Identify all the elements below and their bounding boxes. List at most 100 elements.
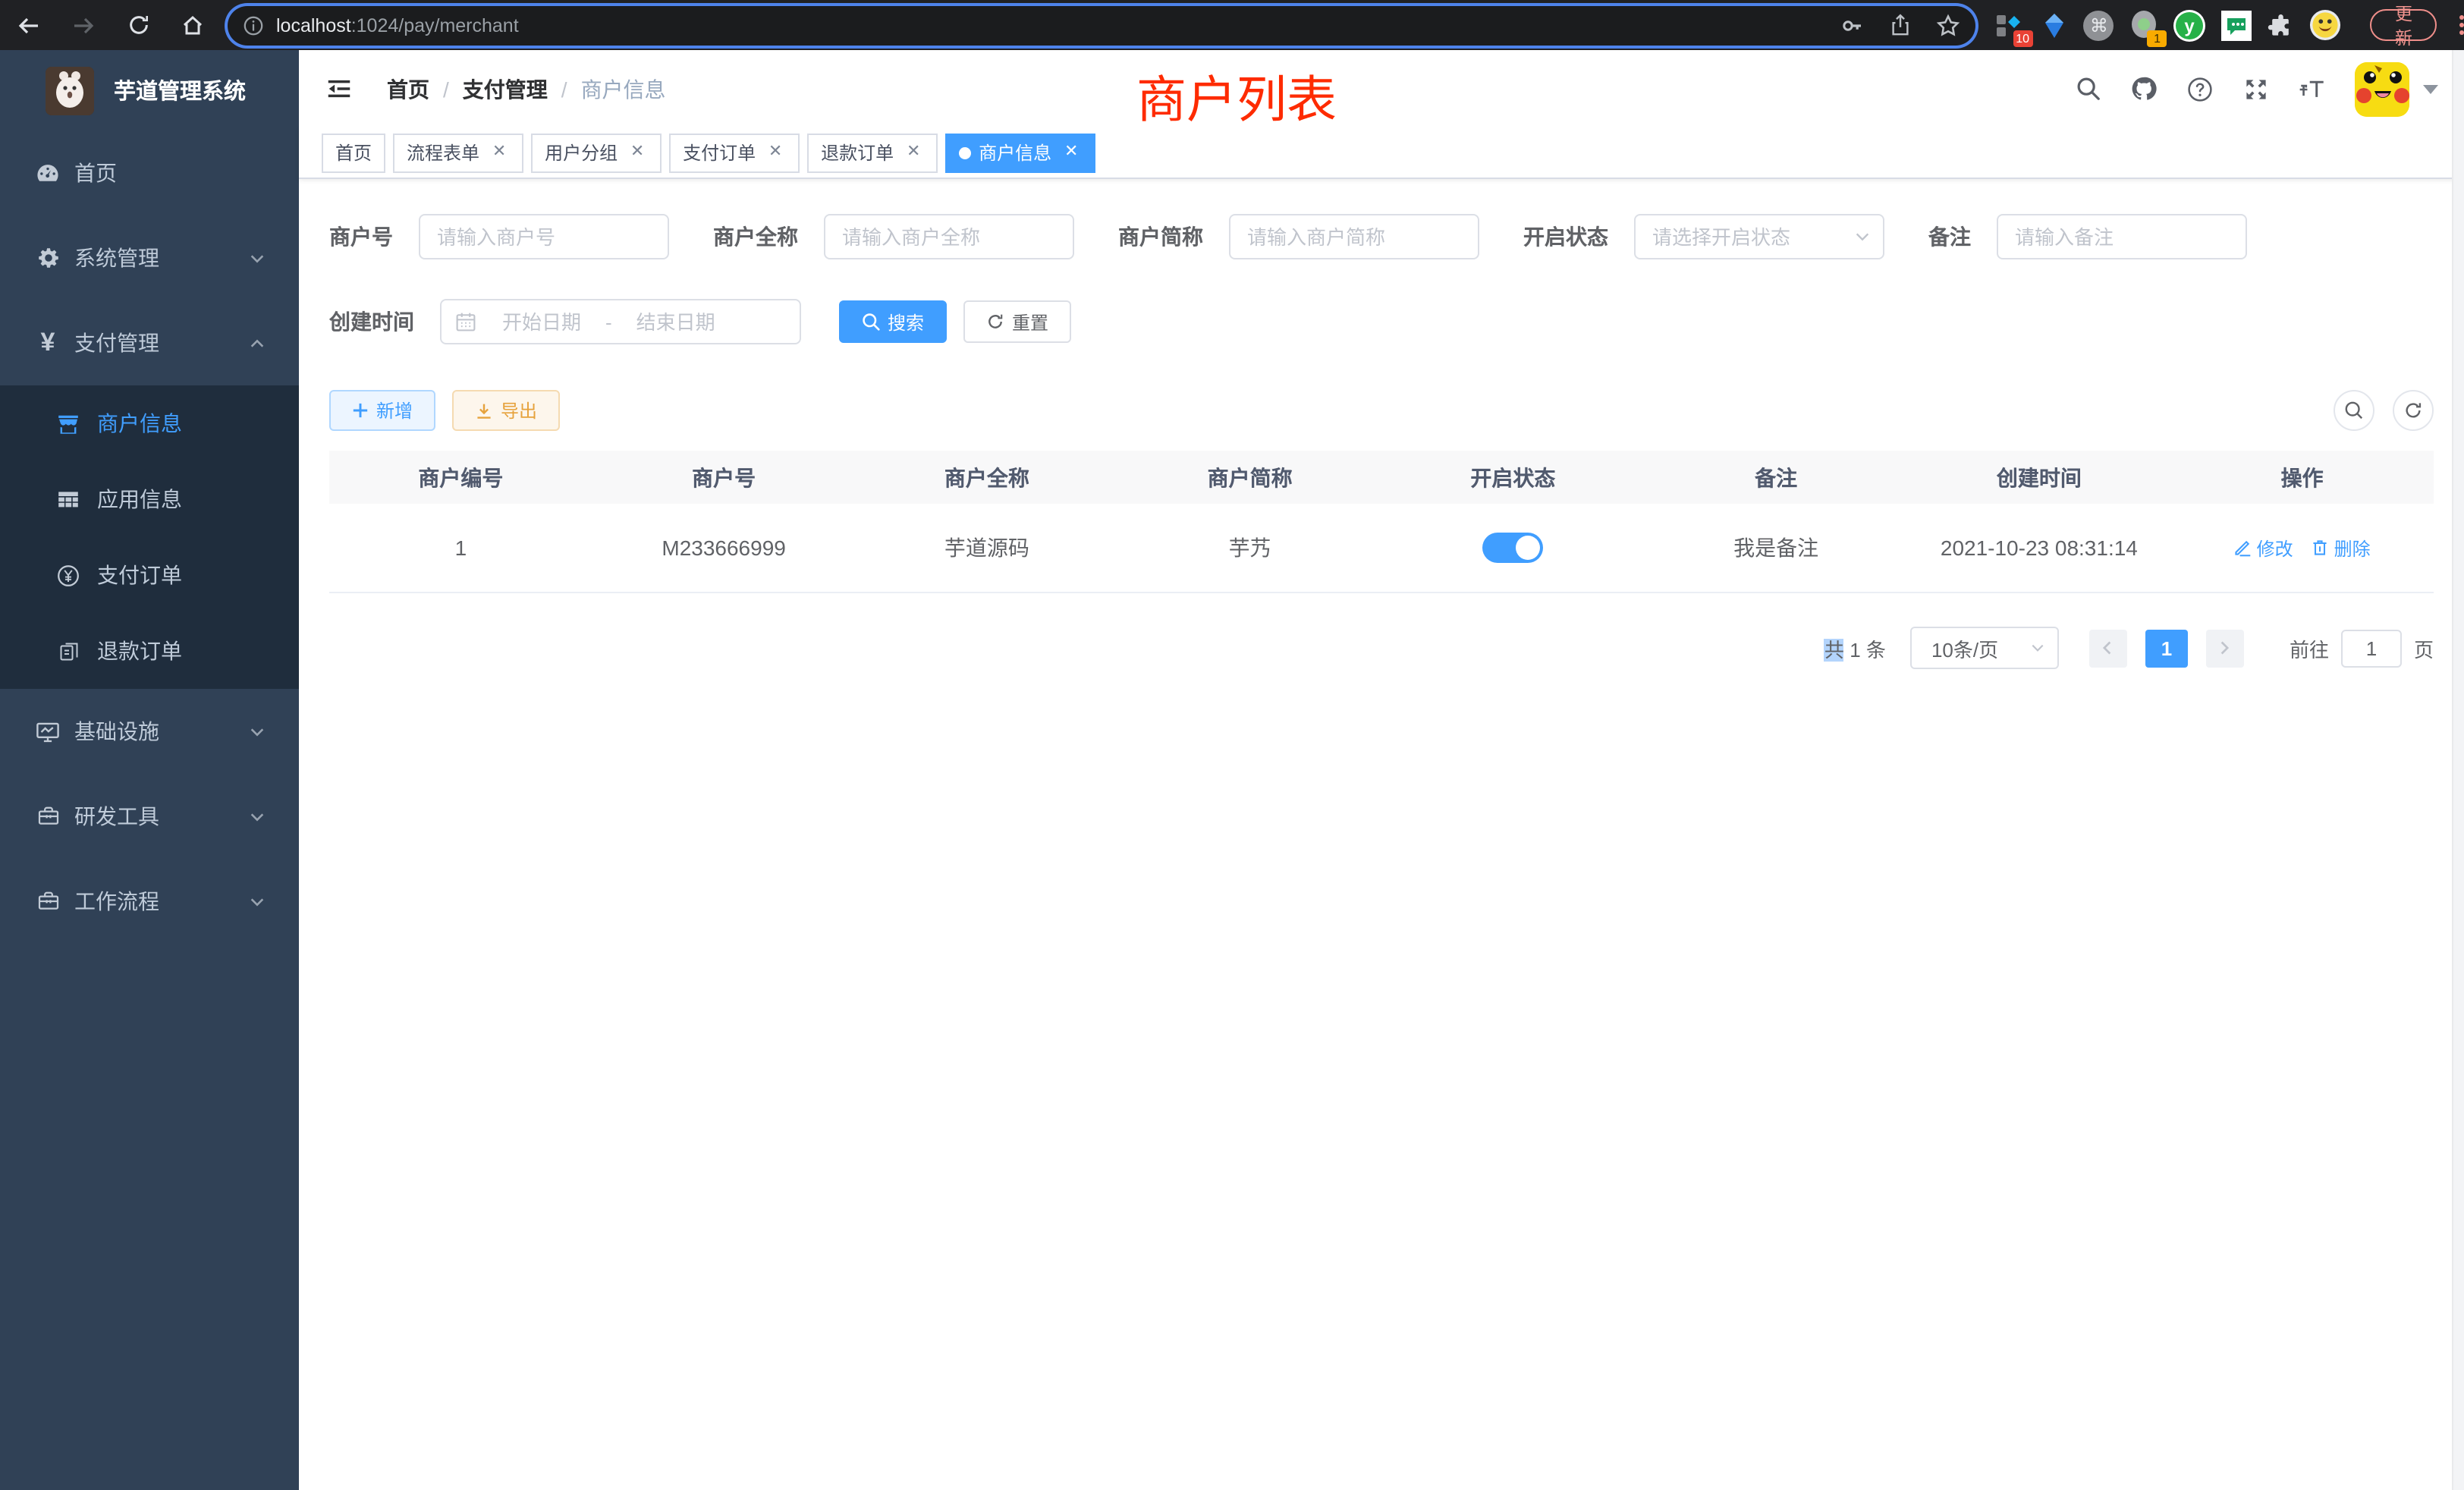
browser-forward-icon[interactable]	[70, 11, 97, 39]
close-icon[interactable]: ✕	[489, 142, 510, 163]
tab-refund-orders[interactable]: 退款订单✕	[807, 133, 938, 172]
sidebar-item-workflow[interactable]: 工作流程	[0, 859, 299, 944]
page-number-current[interactable]: 1	[2145, 629, 2188, 667]
refresh-button[interactable]	[2393, 390, 2434, 431]
breadcrumb-separator: /	[561, 77, 567, 101]
header-search-icon[interactable]	[2074, 75, 2101, 102]
close-icon[interactable]: ✕	[765, 142, 786, 163]
table-row: 1 M233666999 芋道源码 芋艿 我是备注 2021-10-23 08:…	[329, 504, 2434, 593]
toggle-knob	[1516, 536, 1540, 560]
sidebar-item-infrastructure[interactable]: 基础设施	[0, 689, 299, 774]
merchant-short-name-input[interactable]	[1229, 214, 1479, 259]
breadcrumb-payment[interactable]: 支付管理	[463, 74, 548, 104]
column-header: 操作	[2170, 451, 2434, 504]
field-label: 备注	[1928, 222, 1971, 252]
content-area: 商户列表 首页 / 支付管理 / 商户信息	[299, 50, 2464, 1490]
close-icon[interactable]: ✕	[1061, 142, 1082, 163]
sidebar: 芋道管理系统 首页 系统管理 ¥ 支付管理	[0, 50, 299, 1490]
tab-user-group[interactable]: 用户分组✕	[531, 133, 662, 172]
app-logo	[46, 66, 94, 115]
shop-icon	[56, 411, 80, 435]
app-logo-row[interactable]: 芋道管理系统	[0, 50, 299, 130]
chevron-down-icon	[249, 808, 266, 825]
close-icon[interactable]: ✕	[627, 142, 648, 163]
help-icon[interactable]	[2186, 75, 2214, 102]
merchant-full-name-input[interactable]	[824, 214, 1074, 259]
breadcrumb-home[interactable]: 首页	[387, 74, 429, 104]
browser-scrollbar[interactable]	[2452, 50, 2464, 1490]
font-size-icon[interactable]	[2299, 75, 2326, 102]
reset-button[interactable]: 重置	[963, 300, 1071, 343]
tab-home[interactable]: 首页	[322, 133, 385, 172]
filter-row-2: 创建时间 - 搜索	[329, 299, 2434, 344]
browser-menu-icon[interactable]	[2459, 15, 2464, 35]
end-date-input[interactable]	[621, 310, 731, 333]
sidebar-item-merchant-info[interactable]: 商户信息	[0, 385, 299, 461]
pagination: 共 1 条 10条/页 1 前往	[329, 627, 2434, 669]
status-select[interactable]	[1634, 214, 1884, 259]
extension-profile-icon[interactable]: 1	[2128, 8, 2159, 42]
user-menu[interactable]	[2355, 61, 2438, 116]
extensions-puzzle-icon[interactable]	[2265, 8, 2296, 42]
search-button[interactable]: 搜索	[839, 300, 947, 343]
extension-command-icon[interactable]: ⌘	[2083, 8, 2114, 42]
browser-back-icon[interactable]	[15, 11, 42, 39]
tags-view: 首页 流程表单✕ 用户分组✕ 支付订单✕ 退款订单✕ 商户信息✕	[299, 127, 2464, 179]
tab-pay-orders[interactable]: 支付订单✕	[669, 133, 800, 172]
edit-link[interactable]: 修改	[2234, 535, 2293, 561]
next-page-button[interactable]	[2206, 629, 2244, 667]
extension-chat-icon[interactable]	[2220, 8, 2252, 42]
site-info-icon[interactable]	[243, 14, 264, 36]
browser-reload-icon[interactable]	[124, 11, 152, 39]
merchant-no-input[interactable]	[419, 214, 669, 259]
prev-page-button[interactable]	[2089, 629, 2127, 667]
share-icon[interactable]	[1889, 14, 1912, 36]
sidebar-item-payment[interactable]: ¥ 支付管理	[0, 300, 299, 385]
browser-profile-avatar[interactable]	[2310, 8, 2342, 42]
breadcrumb-current: 商户信息	[581, 74, 666, 104]
extension-gem-icon[interactable]	[2038, 8, 2070, 42]
tab-merchant-info[interactable]: 商户信息✕	[945, 133, 1095, 172]
github-icon[interactable]	[2130, 75, 2158, 102]
sidebar-item-label: 工作流程	[74, 886, 159, 916]
sidebar-item-home[interactable]: 首页	[0, 130, 299, 215]
remark-input[interactable]	[1997, 214, 2247, 259]
sidebar-item-label: 应用信息	[97, 484, 182, 514]
address-bar[interactable]: localhost:1024/pay/merchant	[228, 5, 1975, 45]
browser-home-icon[interactable]	[179, 11, 206, 39]
breadcrumb: 首页 / 支付管理 / 商户信息	[387, 74, 666, 104]
close-icon[interactable]: ✕	[903, 142, 924, 163]
goto-page-input[interactable]	[2341, 629, 2402, 667]
bookmark-star-icon[interactable]	[1936, 13, 1960, 37]
sidebar-item-refund-orders[interactable]: 退款订单	[0, 613, 299, 689]
cell-actions: 修改 删除	[2170, 504, 2434, 592]
sidebar-item-dev-tools[interactable]: 研发工具	[0, 774, 299, 859]
sidebar-item-label: 基础设施	[74, 716, 159, 747]
fullscreen-icon[interactable]	[2242, 75, 2270, 102]
export-button[interactable]: 导出	[452, 390, 560, 431]
tab-process-form[interactable]: 流程表单✕	[393, 133, 523, 172]
sidebar-item-system[interactable]: 系统管理	[0, 215, 299, 300]
field-label: 商户简称	[1118, 222, 1203, 252]
password-key-icon[interactable]	[1840, 13, 1865, 37]
show-search-button[interactable]	[2334, 390, 2374, 431]
extension-yudao-icon[interactable]: y	[2173, 8, 2207, 42]
page-size-select[interactable]: 10条/页	[1910, 627, 2059, 669]
chrome-update-button[interactable]: 更新	[2371, 9, 2437, 41]
extensions-area: 10 ⌘ 1 y 更新	[1994, 8, 2464, 42]
create-time-range-picker[interactable]: -	[440, 299, 801, 344]
sidebar-item-label: 研发工具	[74, 801, 159, 831]
sidebar-fold-icon[interactable]	[325, 74, 354, 103]
chevron-down-icon	[2423, 84, 2438, 93]
sidebar-item-pay-orders[interactable]: 支付订单	[0, 537, 299, 613]
extension-tabs-icon[interactable]: 10	[1994, 8, 2025, 42]
sidebar-item-app-info[interactable]: 应用信息	[0, 461, 299, 537]
add-button[interactable]: 新增	[329, 390, 435, 431]
app-title: 芋道管理系统	[114, 74, 246, 106]
field-label: 创建时间	[329, 306, 414, 337]
cell-full-name: 芋道源码	[856, 504, 1119, 592]
start-date-input[interactable]	[487, 310, 596, 333]
delete-link[interactable]: 删除	[2312, 535, 2371, 561]
calendar-icon	[455, 311, 476, 332]
status-toggle[interactable]	[1482, 533, 1543, 563]
